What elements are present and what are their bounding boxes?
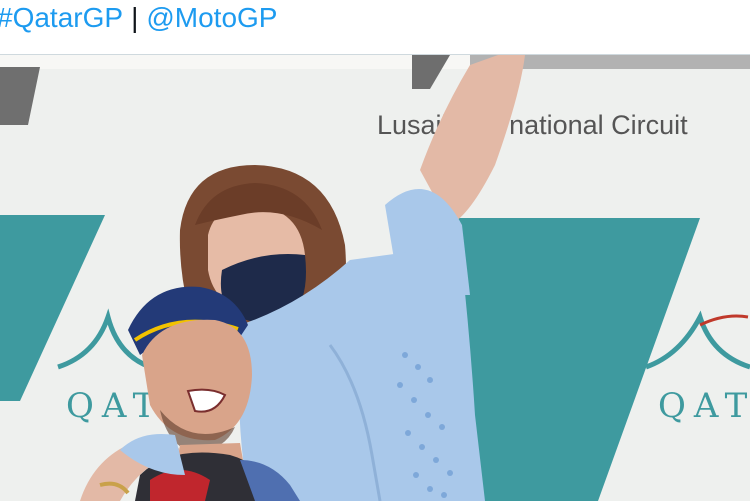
- separator: |: [131, 2, 138, 33]
- photo-illustration: Lusail International Circuit QATAR QATAR: [0, 55, 750, 501]
- hashtag-link[interactable]: #QatarGP: [0, 2, 123, 33]
- tweet-text: #QatarGP | @MotoGP: [0, 2, 277, 34]
- tweet-photo[interactable]: Lusail International Circuit QATAR QATAR: [0, 54, 750, 501]
- tweet-header: #QatarGP | @MotoGP: [0, 0, 750, 54]
- mention-link[interactable]: @MotoGP: [146, 2, 277, 33]
- qatar-logo-right-text: QATAR: [658, 386, 750, 426]
- backdrop-caption: Lusail International Circuit: [377, 110, 688, 140]
